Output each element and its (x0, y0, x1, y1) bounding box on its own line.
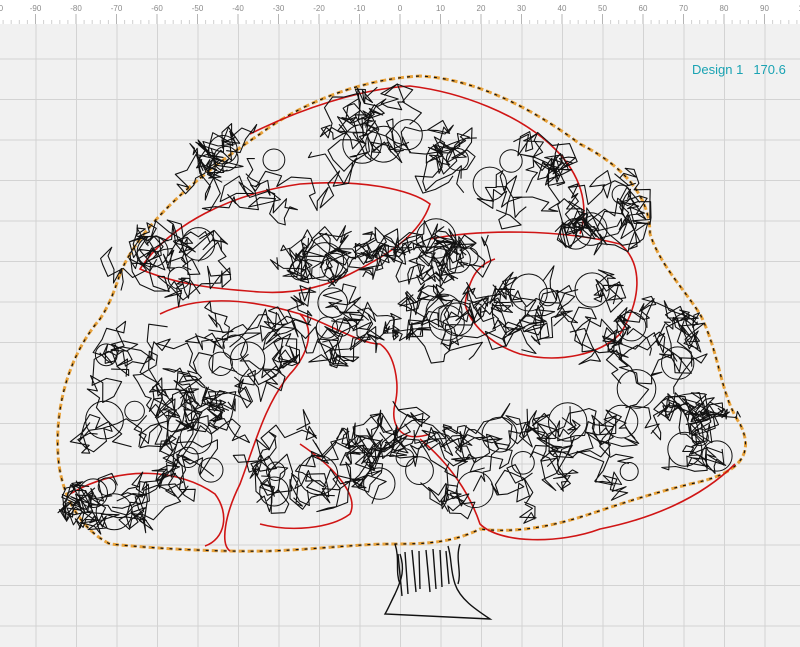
ruler-label: 0 (398, 4, 403, 13)
design-name: Design 1 (692, 62, 744, 77)
ruler-label: -30 (273, 4, 285, 13)
stitch-run (351, 412, 397, 504)
stitch-loop (667, 431, 703, 467)
ruler-label: -80 (70, 4, 82, 13)
stitch-run (352, 307, 402, 341)
stitch-loop (342, 124, 382, 164)
tree-trunk (383, 543, 493, 620)
ruler-label: -40 (232, 4, 244, 13)
stitch-run (551, 405, 660, 458)
stitch-loop (499, 149, 523, 173)
ruler-label: -10 (354, 4, 366, 13)
stitch-run (300, 320, 378, 369)
ruler-label: -70 (111, 4, 123, 13)
stitch-loop (391, 119, 423, 151)
stitch-run (653, 392, 730, 443)
stitch-run (229, 312, 300, 379)
ruler-label: 30 (517, 4, 526, 13)
design-size: 170.6 (753, 62, 786, 77)
ruler-label: 80 (720, 4, 729, 13)
stitch-run (422, 132, 477, 192)
stitch-loop (511, 451, 535, 475)
ruler-label: 90 (760, 4, 769, 13)
stitch-loop (363, 467, 396, 500)
ruler-ticks: -100-90-80-70-60-50-40-30-20-10010203040… (0, 4, 800, 24)
ruler-label: -50 (192, 4, 204, 13)
black-stitch-fill (57, 83, 741, 535)
stitch-loop (616, 311, 647, 342)
stitch-run (245, 151, 353, 212)
ruler-label: 60 (639, 4, 648, 13)
stitch-run (576, 409, 636, 501)
stitch-run (490, 464, 537, 524)
ruler-label: 70 (679, 4, 688, 13)
ruler-label: 50 (598, 4, 607, 13)
design-canvas[interactable]: Design 1 170.6 (0, 24, 800, 647)
ruler-label: -60 (151, 4, 163, 13)
ruler-label: 20 (477, 4, 486, 13)
ruler-label: 10 (436, 4, 445, 13)
stitch-run (184, 301, 234, 354)
stitch-loop (619, 462, 639, 481)
stitch-loop (298, 454, 339, 496)
stitch-run (291, 461, 364, 507)
design-info-label: Design 1 170.6 (692, 62, 796, 77)
ruler-label: -90 (30, 4, 42, 13)
ruler-label: 40 (558, 4, 567, 13)
stitch-loop (124, 400, 145, 422)
tree-embroidery-design[interactable] (0, 24, 800, 647)
stitch-loop (179, 421, 213, 455)
stitch-loop (177, 446, 199, 468)
stitch-run (427, 482, 476, 520)
stitch-loop (405, 456, 434, 486)
ruler-label: -100 (0, 4, 4, 13)
stitch-loop (661, 346, 695, 380)
stitch-run (568, 167, 651, 232)
stitch-loop (262, 148, 286, 172)
ruler-label: -20 (313, 4, 325, 13)
stitch-run (221, 308, 301, 386)
stitch-loop (574, 272, 610, 308)
top-ruler: -100-90-80-70-60-50-40-30-20-10010203040… (0, 0, 800, 25)
red-region-outlines (69, 85, 736, 552)
stitch-run (529, 407, 614, 490)
stitch-run (489, 271, 523, 307)
